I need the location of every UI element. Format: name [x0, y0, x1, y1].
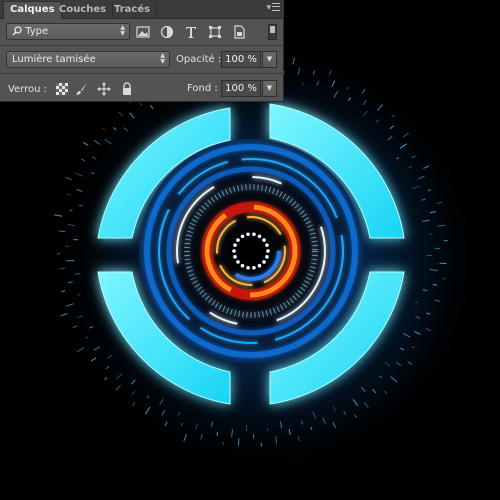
layers-panel: Calques Couches Tracés ▾ Type ▲ ▼ Lumièr… — [0, 0, 284, 102]
radial-tick — [216, 431, 219, 436]
center-dot — [246, 232, 250, 237]
shape-filter-icon[interactable] — [208, 25, 222, 39]
center-dot — [233, 243, 237, 247]
fill-label: Fond : — [187, 83, 218, 94]
center-dot — [265, 255, 269, 259]
center-dot — [233, 255, 237, 259]
panel-menu-chevron-icon: ▾ — [266, 3, 270, 13]
opacity-input[interactable]: 100 % — [221, 51, 261, 68]
panel-divider — [0, 45, 284, 46]
center-dot — [236, 260, 240, 264]
lock-all-icon[interactable] — [120, 82, 134, 96]
center-dot — [257, 263, 262, 268]
fill-dropdown-button[interactable]: ▼ — [262, 80, 277, 97]
opacity-label: Opacité : — [176, 54, 222, 65]
image-filter-icon[interactable] — [136, 25, 150, 39]
select-arrows-icon: ▲ ▼ — [120, 24, 125, 37]
filter-toggle-switch[interactable] — [268, 24, 277, 40]
center-dot — [252, 265, 256, 270]
center-dot — [257, 234, 262, 239]
fill-input[interactable]: 100 % — [221, 80, 261, 97]
opacity-dropdown-button[interactable]: ▼ — [262, 51, 277, 68]
select-arrows-icon: ▲ ▼ — [160, 52, 165, 65]
center-dot — [240, 263, 245, 268]
radial-tick — [432, 284, 437, 286]
panel-divider — [0, 73, 284, 74]
lock-image-pixels-icon[interactable] — [75, 82, 89, 96]
lock-transparent-pixels-icon[interactable] — [55, 82, 69, 96]
lock-label: Verrou : — [8, 84, 48, 95]
tab-traces[interactable]: Tracés — [108, 2, 158, 19]
radial-tick — [58, 267, 66, 270]
center-dot — [240, 234, 245, 239]
radial-tick — [69, 209, 73, 212]
panel-menu-button[interactable]: ▾ — [266, 2, 280, 13]
lock-position-icon[interactable] — [97, 82, 111, 96]
center-core — [239, 239, 263, 263]
radial-tick — [58, 230, 66, 233]
center-dot — [266, 249, 270, 253]
radial-tick — [82, 141, 89, 146]
panel-tabbar: Calques Couches Tracés ▾ — [0, 0, 284, 19]
center-dot — [246, 265, 250, 270]
smart-object-filter-icon[interactable] — [232, 25, 246, 39]
center-dot — [252, 232, 256, 237]
search-icon — [12, 26, 22, 36]
chevron-down-icon: ▼ — [266, 84, 273, 92]
center-dot — [236, 238, 240, 242]
panel-menu-bars-icon — [272, 3, 280, 11]
tab-couches[interactable]: Couches — [53, 2, 114, 19]
blend-mode-value: Lumière tamisée — [12, 54, 96, 65]
center-dot — [232, 249, 236, 253]
filter-kind-value: Type — [25, 26, 49, 37]
chevron-down-icon: ▼ — [266, 55, 273, 63]
blend-mode-select[interactable]: Lumière tamisée ▲ ▼ — [6, 51, 170, 68]
filter-kind-select[interactable]: Type ▲ ▼ — [6, 23, 130, 40]
center-dot — [265, 243, 269, 247]
center-dot — [262, 260, 266, 264]
center-dot — [262, 238, 266, 242]
adjustment-filter-icon[interactable] — [160, 25, 174, 39]
text-filter-icon[interactable] — [184, 25, 198, 39]
radial-tick — [64, 176, 72, 181]
